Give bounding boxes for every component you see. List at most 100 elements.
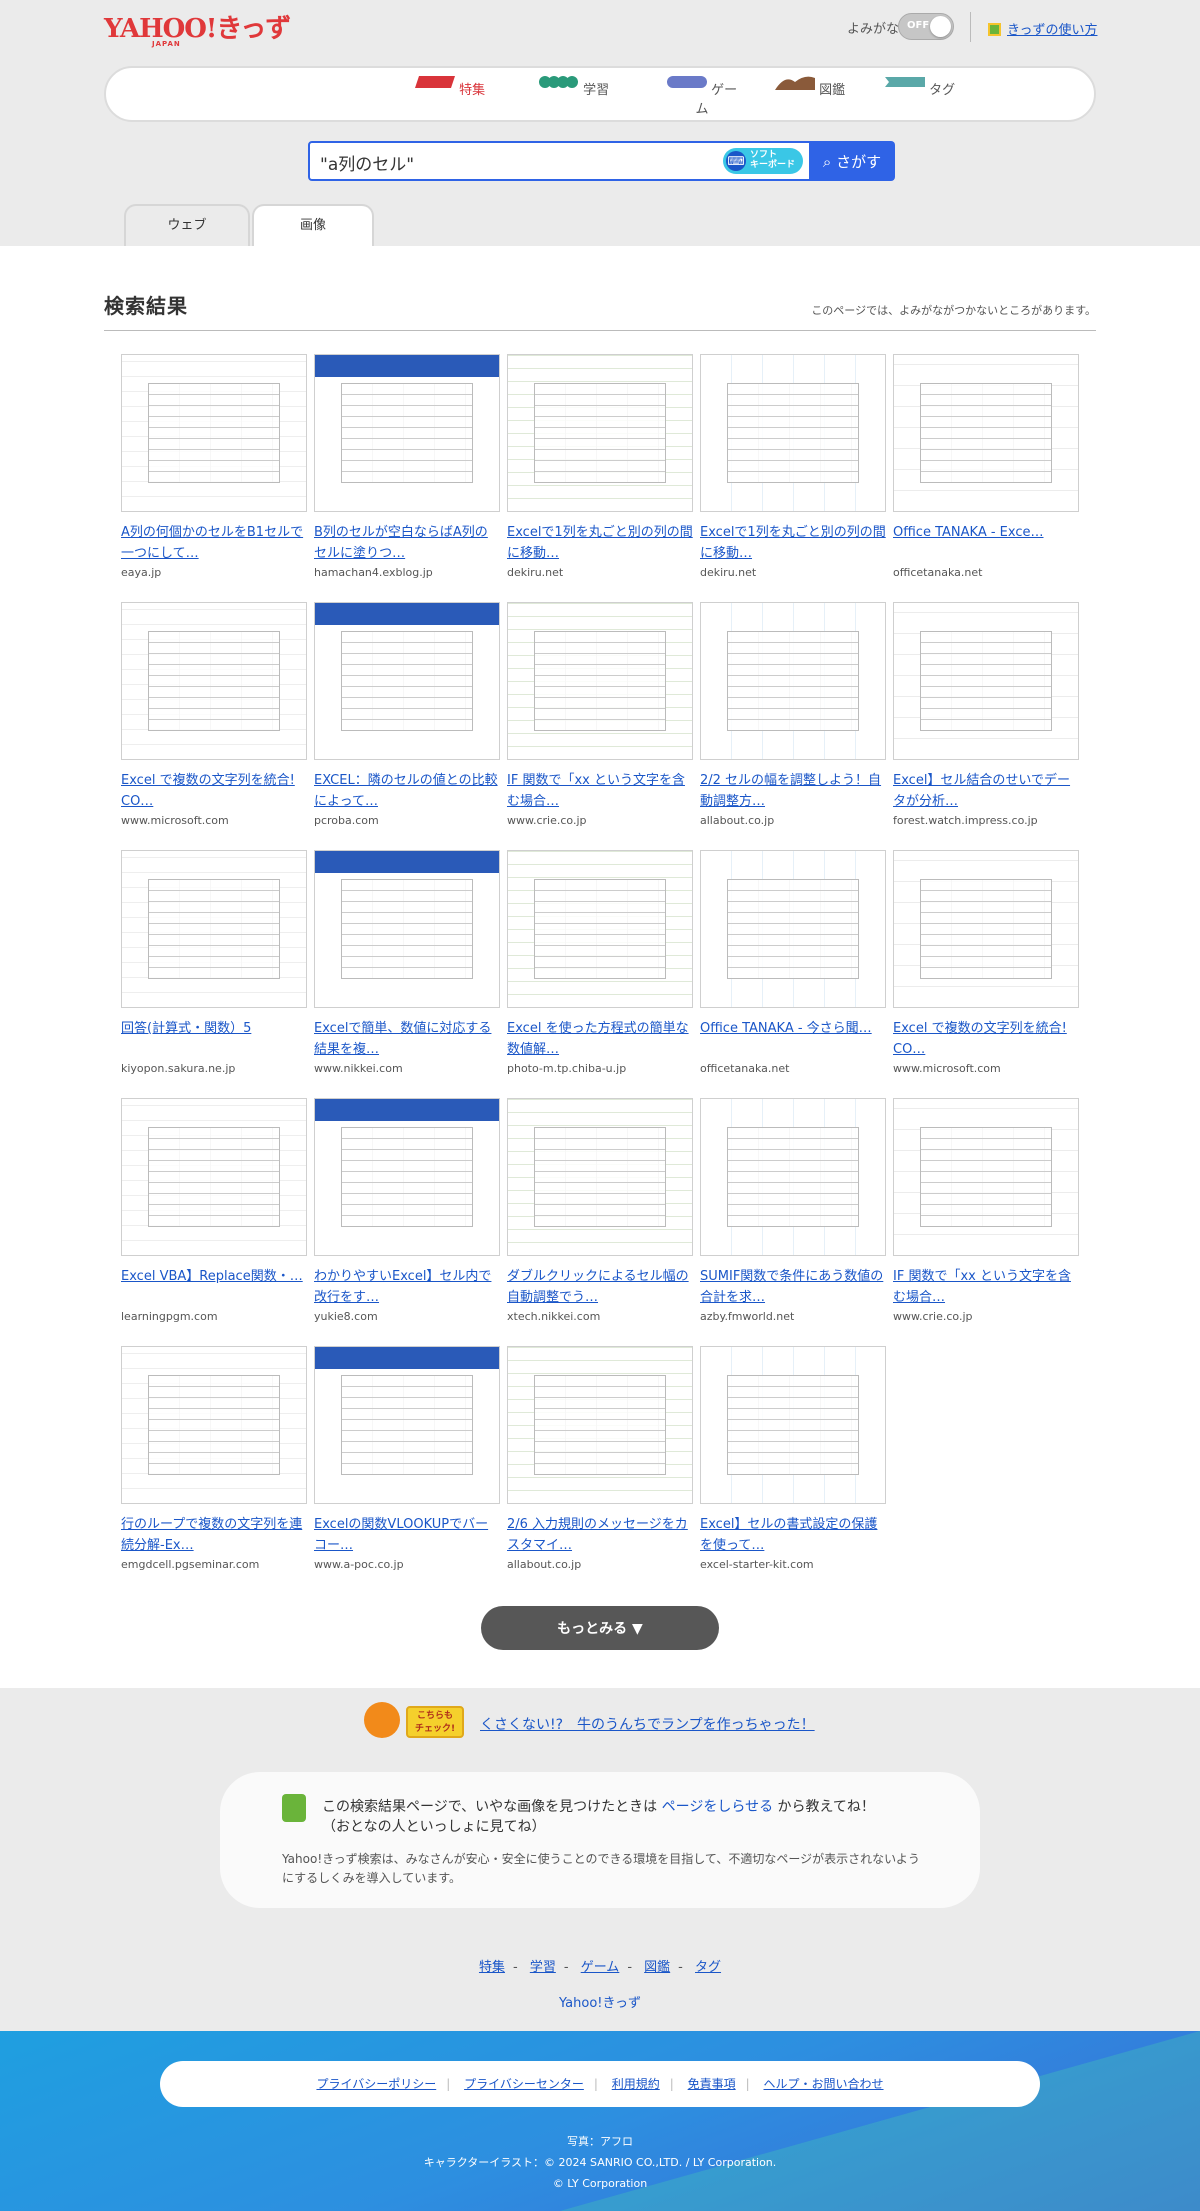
home-link[interactable]: Yahoo!きっず xyxy=(559,1996,641,2011)
result-thumbnail[interactable] xyxy=(314,1346,500,1504)
result-thumbnail[interactable] xyxy=(507,1346,693,1504)
nav-item-feature[interactable]: 特集 xyxy=(410,74,490,98)
search-input[interactable] xyxy=(320,150,720,174)
result-title-link[interactable]: 回答(計算式・関数）5 xyxy=(121,1018,307,1060)
image-result-card[interactable]: Excelで1列を丸ごと別の列の間に移動… dekiru.net xyxy=(507,354,693,579)
result-thumbnail[interactable] xyxy=(700,1098,886,1256)
result-thumbnail[interactable] xyxy=(893,1098,1079,1256)
result-title-link[interactable]: IF 関数で「xx という文字を含む場合… xyxy=(893,1266,1079,1308)
search-button[interactable]: ⌕ さがす xyxy=(809,141,895,181)
footer-link-study[interactable]: 学習 xyxy=(530,1960,556,1975)
report-page-link[interactable]: ページをしらせる xyxy=(662,1799,773,1815)
image-result-card[interactable]: IF 関数で「xx という文字を含む場合… www.crie.co.jp xyxy=(893,1098,1079,1323)
image-result-card[interactable]: Excel VBA】Replace関数・… learningpgm.com xyxy=(121,1098,307,1323)
nav-item-encyclopedia[interactable]: 図鑑 xyxy=(770,74,850,98)
image-result-card[interactable]: Office TANAKA - Exce… officetanaka.net xyxy=(893,354,1079,579)
result-title-link[interactable]: Excelの関数VLOOKUPでバーコー… xyxy=(314,1514,500,1556)
result-thumbnail[interactable] xyxy=(121,354,307,512)
result-thumbnail[interactable] xyxy=(121,602,307,760)
report-panel: この検索結果ページで、いやな画像を見つけたときは ページをしらせる から教えてね… xyxy=(220,1772,980,1908)
result-thumbnail[interactable] xyxy=(893,850,1079,1008)
image-result-card[interactable]: 行のループで複数の文字列を連続分解-Ex… emgdcell.pgseminar.… xyxy=(121,1346,307,1571)
footer-link-encyclopedia[interactable]: 図鑑 xyxy=(644,1960,670,1975)
result-title-link[interactable]: EXCEL：隣のセルの値との比較によって… xyxy=(314,770,500,812)
image-result-card[interactable]: わかりやすいExcel】セル内で改行をす… yukie8.com xyxy=(314,1098,500,1323)
result-title-link[interactable]: SUMIF関数で条件にあう数値の合計を求… xyxy=(700,1266,886,1308)
terms-link[interactable]: 利用規約 xyxy=(612,2077,660,2091)
image-result-card[interactable]: Office TANAKA - 今さら聞… officetanaka.net xyxy=(700,850,886,1075)
result-title-link[interactable]: A列の何個かのセルをB1セルで一つにして… xyxy=(121,522,307,564)
nav-item-game[interactable]: ゲーム xyxy=(662,74,742,117)
result-thumbnail[interactable] xyxy=(121,1346,307,1504)
image-result-card[interactable]: Excel で複数の文字列を統合! CO… www.microsoft.com xyxy=(893,850,1079,1075)
image-result-card[interactable]: EXCEL：隣のセルの値との比較によって… pcroba.com xyxy=(314,602,500,827)
result-thumbnail[interactable] xyxy=(700,850,886,1008)
guide-link[interactable]: きっずの使い方 xyxy=(988,19,1097,38)
result-thumbnail[interactable] xyxy=(507,1098,693,1256)
image-result-card[interactable]: Excel で複数の文字列を統合! CO… www.microsoft.com xyxy=(121,602,307,827)
image-result-card[interactable]: Excelの関数VLOOKUPでバーコー… www.a-poc.co.jp xyxy=(314,1346,500,1571)
result-thumbnail[interactable] xyxy=(893,354,1079,512)
help-link[interactable]: ヘルプ・お問い合わせ xyxy=(764,2077,884,2091)
result-title-link[interactable]: Excel で複数の文字列を統合! CO… xyxy=(121,770,307,812)
result-title-link[interactable]: 行のループで複数の文字列を連続分解-Ex… xyxy=(121,1514,307,1556)
result-title-link[interactable]: Excel VBA】Replace関数・… xyxy=(121,1266,307,1308)
result-title-link[interactable]: 2/6 入力規則のメッセージをカスタマイ… xyxy=(507,1514,693,1556)
result-title-link[interactable]: Excel】セルの書式設定の保護を使って… xyxy=(700,1514,886,1556)
nav-item-study[interactable]: 学習 xyxy=(534,74,614,98)
image-result-card[interactable]: IF 関数で「xx という文字を含む場合… www.crie.co.jp xyxy=(507,602,693,827)
footer-link-feature[interactable]: 特集 xyxy=(479,1960,505,1975)
image-result-card[interactable]: Excelで1列を丸ごと別の列の間に移動… dekiru.net xyxy=(700,354,886,579)
disclaimer-link[interactable]: 免責事項 xyxy=(688,2077,736,2091)
result-thumbnail[interactable] xyxy=(893,602,1079,760)
result-thumbnail[interactable] xyxy=(314,1098,500,1256)
result-thumbnail[interactable] xyxy=(507,602,693,760)
footer-link-tag[interactable]: タグ xyxy=(695,1960,721,1975)
result-thumbnail[interactable] xyxy=(700,1346,886,1504)
result-thumbnail[interactable] xyxy=(121,1098,307,1256)
image-result-card[interactable]: 回答(計算式・関数）5 kiyopon.sakura.ne.jp xyxy=(121,850,307,1075)
result-title-link[interactable]: Excelで簡単、数値に対応する結果を複… xyxy=(314,1018,500,1060)
result-title-link[interactable]: Excel を使った方程式の簡単な数値解… xyxy=(507,1018,693,1060)
result-title-link[interactable]: 2/2 セルの幅を調整しよう！自動調整方… xyxy=(700,770,886,812)
tab-image[interactable]: 画像 xyxy=(252,204,374,246)
image-result-card[interactable]: A列の何個かのセルをB1セルで一つにして… eaya.jp xyxy=(121,354,307,579)
result-thumbnail[interactable] xyxy=(507,354,693,512)
nav-item-tag[interactable]: タグ xyxy=(880,74,960,98)
result-title-link[interactable]: Excelで1列を丸ごと別の列の間に移動… xyxy=(700,522,886,564)
result-thumbnail[interactable] xyxy=(314,850,500,1008)
result-title-link[interactable]: わかりやすいExcel】セル内で改行をす… xyxy=(314,1266,500,1308)
tab-web[interactable]: ウェブ xyxy=(124,204,250,246)
image-result-card[interactable]: Excelで簡単、数値に対応する結果を複… www.nikkei.com xyxy=(314,850,500,1075)
result-thumbnail[interactable] xyxy=(507,850,693,1008)
image-result-card[interactable]: 2/2 セルの幅を調整しよう！自動調整方… allabout.co.jp xyxy=(700,602,886,827)
image-result-card[interactable]: Excel】セルの書式設定の保護を使って… excel-starter-kit.c… xyxy=(700,1346,886,1571)
result-thumbnail[interactable] xyxy=(121,850,307,1008)
result-title-link[interactable]: B列のセルが空白ならばA列のセルに塗りつ… xyxy=(314,522,500,564)
result-title-link[interactable]: IF 関数で「xx という文字を含む場合… xyxy=(507,770,693,812)
yahoo-kids-logo[interactable]: YAHOO!きっず JAPAN xyxy=(104,12,294,48)
image-result-card[interactable]: Excel】セル結合のせいでデータが分析… forest.watch.impres… xyxy=(893,602,1079,827)
result-thumbnail[interactable] xyxy=(700,354,886,512)
promo-link[interactable]: くさくない!? 牛のうんちでランプを作っちゃった！ xyxy=(480,1714,815,1734)
yomigana-toggle[interactable]: OFF xyxy=(898,13,954,40)
result-title-link[interactable]: ダブルクリックによるセル幅の自動調整でう… xyxy=(507,1266,693,1308)
privacy-center-link[interactable]: プライバシーセンター xyxy=(464,2077,584,2091)
result-title-link[interactable]: Excelで1列を丸ごと別の列の間に移動… xyxy=(507,522,693,564)
image-result-card[interactable]: Excel を使った方程式の簡単な数値解… photo-m.tp.chiba-u.… xyxy=(507,850,693,1075)
result-title-link[interactable]: Excel で複数の文字列を統合! CO… xyxy=(893,1018,1079,1060)
result-title-link[interactable]: Office TANAKA - Exce… xyxy=(893,522,1079,564)
image-result-card[interactable]: SUMIF関数で条件にあう数値の合計を求… azby.fmworld.net xyxy=(700,1098,886,1323)
privacy-policy-link[interactable]: プライバシーポリシー xyxy=(316,2077,436,2091)
more-button[interactable]: もっとみる ▼ xyxy=(481,1606,719,1650)
image-result-card[interactable]: ダブルクリックによるセル幅の自動調整でう… xtech.nikkei.com xyxy=(507,1098,693,1323)
result-title-link[interactable]: Office TANAKA - 今さら聞… xyxy=(700,1018,886,1060)
result-thumbnail[interactable] xyxy=(314,602,500,760)
footer-link-game[interactable]: ゲーム xyxy=(581,1960,620,1975)
result-title-link[interactable]: Excel】セル結合のせいでデータが分析… xyxy=(893,770,1079,812)
image-result-card[interactable]: B列のセルが空白ならばA列のセルに塗りつ… hamachan4.exblog.jp xyxy=(314,354,500,579)
result-thumbnail[interactable] xyxy=(314,354,500,512)
soft-keyboard-button[interactable]: ⌨ ソフト キーボード xyxy=(723,148,803,174)
result-thumbnail[interactable] xyxy=(700,602,886,760)
image-result-card[interactable]: 2/6 入力規則のメッセージをカスタマイ… allabout.co.jp xyxy=(507,1346,693,1571)
